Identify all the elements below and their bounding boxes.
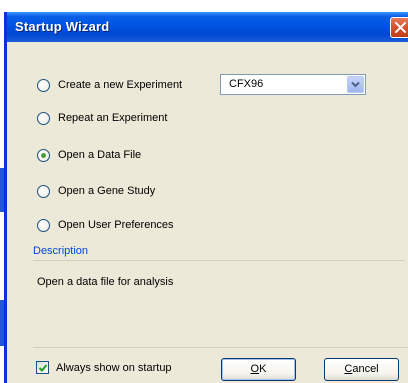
description-text: Open a data file for analysis: [37, 276, 174, 288]
radio-label: Create a new Experiment: [58, 79, 183, 91]
dropdown-button[interactable]: [347, 76, 364, 93]
radio-button[interactable]: [37, 218, 50, 232]
instrument-select-value: CFX96: [229, 78, 264, 90]
description-label: Description: [33, 245, 89, 257]
instrument-select[interactable]: CFX96: [220, 74, 366, 95]
radio-create-experiment[interactable]: Create a new Experiment: [37, 76, 182, 94]
close-icon: [395, 22, 406, 33]
checkbox-label: Always show on startup: [56, 361, 172, 374]
chevron-down-icon: [351, 81, 360, 88]
button-label-rest: K: [259, 363, 267, 375]
footer-divider: [33, 347, 408, 348]
startup-wizard-dialog: Startup Wizard Create a new Experiment C…: [4, 12, 408, 383]
radio-button[interactable]: [37, 78, 50, 92]
checkbox[interactable]: [36, 361, 49, 374]
radio-repeat-experiment[interactable]: Repeat an Experiment: [37, 109, 167, 127]
radio-open-user-preferences[interactable]: Open User Preferences: [37, 216, 174, 234]
radio-label: Open User Preferences: [58, 219, 174, 231]
radio-open-gene-study[interactable]: Open a Gene Study: [37, 182, 155, 200]
mnemonic-letter: O: [250, 363, 260, 375]
always-show-checkbox[interactable]: Always show on startup: [36, 361, 172, 374]
button-label-rest: ancel: [352, 363, 379, 375]
radio-label: Open a Data File: [58, 149, 142, 161]
ok-button[interactable]: OK: [221, 358, 296, 381]
description-divider: [33, 260, 405, 261]
screen: Startup Wizard Create a new Experiment C…: [0, 0, 408, 383]
radio-button-selected[interactable]: [37, 148, 50, 162]
radio-button[interactable]: [37, 111, 50, 125]
radio-button[interactable]: [37, 184, 50, 198]
checkmark-icon: [38, 364, 48, 372]
radio-label: Repeat an Experiment: [58, 112, 168, 124]
close-button[interactable]: [390, 17, 408, 38]
radio-label: Open a Gene Study: [58, 185, 156, 197]
radio-open-data-file[interactable]: Open a Data File: [37, 146, 141, 164]
window-title: Startup Wizard: [15, 19, 110, 34]
cancel-button[interactable]: Cancel: [324, 358, 399, 381]
title-bar[interactable]: Startup Wizard: [7, 12, 408, 42]
